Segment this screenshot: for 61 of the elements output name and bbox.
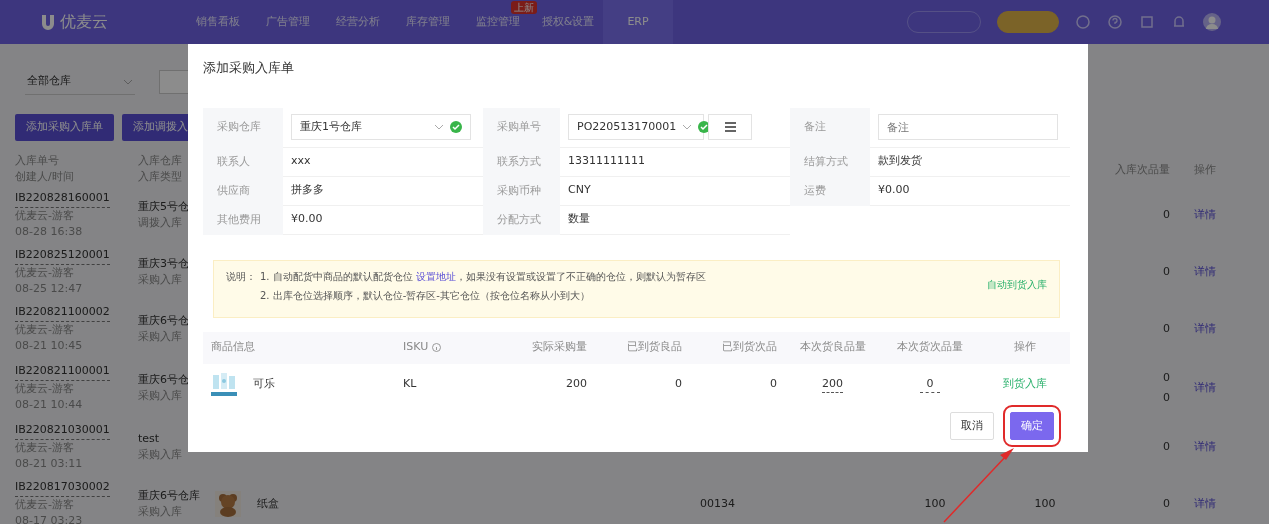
field-label: 采购币种 <box>497 182 541 199</box>
column-header: 操作 <box>1014 339 1036 356</box>
field-value: 13311111111 <box>568 153 645 170</box>
field-label: 分配方式 <box>497 211 541 228</box>
warehouse-text: 重庆5号仓 <box>138 199 189 213</box>
field-label: 联系方式 <box>497 153 541 170</box>
table-cell: 0 <box>675 377 682 391</box>
time-text: 08-21 10:45 <box>15 337 84 354</box>
warehouse-text: test <box>138 431 160 445</box>
dialog-title: 添加采购入库单 <box>203 59 295 77</box>
field-value: xxx <box>291 153 311 170</box>
notice-text: 1. 自动配货中商品的默认配货仓位 设置地址，如果没有设置或设置了不正确的仓位，则默认为暂存区 <box>260 269 707 284</box>
time-text: 08-21 03:11 <box>15 455 84 472</box>
warehouse-text: 重庆6号仓 <box>138 313 189 327</box>
notice-label: 说明： <box>226 269 256 284</box>
time-text: 08-28 16:38 <box>15 223 84 240</box>
column-header: 已到货次品 <box>722 339 777 356</box>
column-header: 已到货良品 <box>627 339 682 356</box>
new-badge: 上新 <box>511 1 537 14</box>
field-label: 联系人 <box>217 153 250 170</box>
field-label: 采购单号 <box>497 119 541 136</box>
column-header: 本次货良品量 <box>799 339 866 356</box>
field-value: 数量 <box>568 211 590 228</box>
field-label: 其他费用 <box>217 211 261 228</box>
field-value: ¥0.00 <box>291 211 323 228</box>
quantity-text: 0 <box>1163 370 1170 384</box>
quantity-text: 0 <box>1163 439 1170 453</box>
notice-text: 2. 出库仓位选择顺序，默认仓位-暂存区-其它仓位（按仓位名称从小到大） <box>260 288 591 303</box>
quantity-text: 0 <box>1163 496 1170 510</box>
field-label: 运费 <box>804 182 826 199</box>
field-label: 结算方式 <box>804 153 848 170</box>
time-text: 08-17 03:23 <box>15 512 84 524</box>
column-header: 实际采购量 <box>532 339 587 356</box>
quantity-text: 100 <box>924 496 946 510</box>
product-name: 纸盒 <box>257 495 279 512</box>
column-header: 商品信息 <box>211 339 255 356</box>
field-value: 款到发货 <box>878 153 922 170</box>
table-cell: 200 <box>566 377 587 391</box>
column-header: ISKU <box>403 339 442 356</box>
warehouse-text: 重庆6号仓 <box>138 372 189 386</box>
table-cell: KL <box>403 377 417 391</box>
field-label: 供应商 <box>217 182 250 199</box>
warehouse-text: 重庆3号仓 <box>138 256 189 270</box>
sku-text: 00134 <box>700 496 735 510</box>
warehouse-text: 重庆6号仓库 <box>138 488 200 502</box>
field-value: CNY <box>568 182 591 199</box>
field-label: 备注 <box>804 119 826 136</box>
field-value: ¥0.00 <box>878 182 910 199</box>
quantity-text: 0 <box>1163 264 1170 278</box>
logo-text: 优麦云 <box>60 11 108 33</box>
time-text: 08-21 10:44 <box>15 396 84 413</box>
field-value: 拼多多 <box>291 182 324 199</box>
field-label: 采购仓库 <box>217 119 261 136</box>
table-cell: 0 <box>770 377 777 391</box>
time-text: 08-25 12:47 <box>15 280 84 297</box>
quantity-text: 0 <box>1163 207 1170 221</box>
quantity-text: 100 <box>1034 496 1056 510</box>
quantity-text: 0 <box>1163 391 1170 404</box>
product-name: 可乐 <box>253 376 275 393</box>
column-header: 本次货次品量 <box>897 339 963 356</box>
quantity-text: 0 <box>1163 321 1170 335</box>
